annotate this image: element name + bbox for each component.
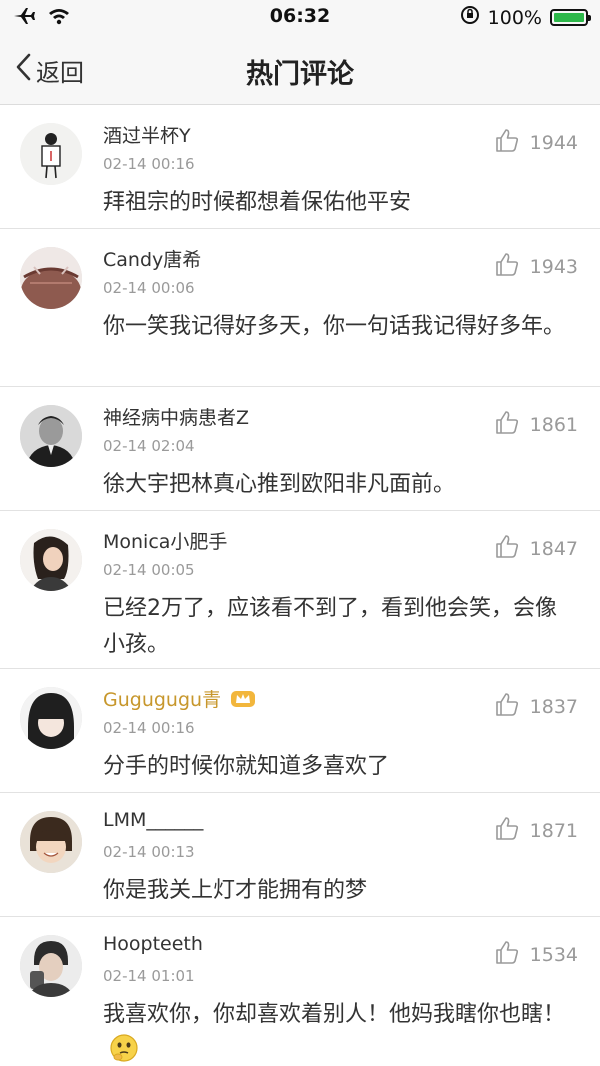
comment-text: 拜祖宗的时候都想着保佑他平安 — [103, 190, 412, 215]
comment-time: 02-14 02:04 — [103, 437, 195, 455]
username[interactable]: Gugugugu青 — [103, 685, 256, 712]
like-button[interactable]: 1943 — [494, 251, 578, 282]
avatar[interactable] — [20, 687, 82, 749]
status-right: 100% — [460, 5, 591, 30]
username[interactable]: Candy唐希 — [103, 245, 201, 272]
comment-time: 02-14 00:05 — [103, 561, 195, 579]
comment-time: 02-14 00:13 — [103, 843, 195, 861]
thumbs-up-icon — [494, 939, 520, 970]
avatar[interactable] — [20, 123, 82, 185]
comment-list: 酒过半杯Y 02-14 00:16 拜祖宗的时候都想着保佑他平安 1944 Ca… — [0, 105, 600, 1066]
thumbs-up-icon — [494, 409, 520, 440]
like-button[interactable]: 1847 — [494, 533, 578, 564]
page-title: 热门评论 — [246, 59, 354, 90]
avatar[interactable] — [20, 405, 82, 467]
like-count: 1944 — [529, 131, 578, 154]
battery-icon — [550, 9, 591, 26]
comment-text: 徐大宇把林真心推到欧阳非凡面前。 — [103, 472, 456, 497]
like-button[interactable]: 1871 — [494, 815, 578, 846]
orientation-lock-icon — [460, 5, 480, 30]
username-text: Gugugugu青 — [103, 689, 222, 711]
comment-item: 神经病中病患者Z 02-14 02:04 徐大宇把林真心推到欧阳非凡面前。 18… — [0, 387, 600, 511]
comment-text: 你是我关上灯才能拥有的梦 — [103, 878, 368, 903]
username[interactable]: 神经病中病患者Z — [103, 403, 249, 430]
thumbs-up-icon — [494, 815, 520, 846]
comment-time: 02-14 00:16 — [103, 155, 195, 173]
like-count: 1847 — [529, 537, 578, 560]
comment-text: 分手的时候你就知道多喜欢了 — [103, 754, 390, 779]
battery-nub — [588, 15, 591, 21]
comment-item: LMM______ 02-14 00:13 你是我关上灯才能拥有的梦 1871 — [0, 793, 600, 917]
like-button[interactable]: 1534 — [494, 939, 578, 970]
avatar[interactable] — [20, 247, 82, 309]
comment-time: 02-14 00:16 — [103, 719, 195, 737]
username[interactable]: LMM______ — [103, 809, 203, 831]
avatar[interactable] — [20, 811, 82, 873]
thumbs-up-icon — [494, 691, 520, 722]
status-bar: 06:32 100% — [0, 0, 600, 34]
vip-crown-icon — [231, 689, 256, 709]
comment-text: 你一笑我记得好多天，你一句话我记得好多年。 — [103, 314, 566, 339]
like-count: 1837 — [529, 695, 578, 718]
comment-text-content: 我喜欢你，你却喜欢着别人！他妈我瞎你也瞎！ — [103, 1002, 566, 1027]
comment-text: 已经2万了，应该看不到了，看到他会笑，会像小孩。 — [103, 596, 557, 657]
avatar[interactable] — [20, 935, 82, 997]
comment-item: Monica小肥手 02-14 00:05 已经2万了，应该看不到了，看到他会笑… — [0, 511, 600, 669]
battery-text: 100% — [487, 6, 542, 29]
thinking-emoji-icon — [109, 1033, 139, 1063]
comment-time: 02-14 01:01 — [103, 967, 195, 985]
thumbs-up-icon — [494, 127, 520, 158]
comment-item: Gugugugu青 02-14 00:16 分手的时候你就知道多喜欢了 1837 — [0, 669, 600, 793]
comment-text: 我喜欢你，你却喜欢着别人！他妈我瞎你也瞎！ — [103, 997, 573, 1066]
like-count: 1861 — [529, 413, 578, 436]
like-count: 1871 — [529, 819, 578, 842]
battery-fill — [554, 13, 584, 22]
comment-item: Candy唐希 02-14 00:06 你一笑我记得好多天，你一句话我记得好多年… — [0, 229, 600, 387]
comment-time: 02-14 00:06 — [103, 279, 195, 297]
like-button[interactable]: 1837 — [494, 691, 578, 722]
thumbs-up-icon — [494, 533, 520, 564]
avatar[interactable] — [20, 529, 82, 591]
like-button[interactable]: 1944 — [494, 127, 578, 158]
thumbs-up-icon — [494, 251, 520, 282]
username[interactable]: Hoopteeth — [103, 933, 203, 955]
screen: 06:32 100% 返回 热门评论 酒过半杯Y 02-14 00:16 拜祖宗… — [0, 0, 600, 1066]
comment-item: 酒过半杯Y 02-14 00:16 拜祖宗的时候都想着保佑他平安 1944 — [0, 105, 600, 229]
username[interactable]: 酒过半杯Y — [103, 121, 191, 148]
like-count: 1534 — [529, 943, 578, 966]
nav-bar: 返回 热门评论 — [0, 34, 600, 105]
like-button[interactable]: 1861 — [494, 409, 578, 440]
username[interactable]: Monica小肥手 — [103, 527, 227, 554]
like-count: 1943 — [529, 255, 578, 278]
comment-item: Hoopteeth 02-14 01:01 我喜欢你，你却喜欢着别人！他妈我瞎你… — [0, 917, 600, 1066]
